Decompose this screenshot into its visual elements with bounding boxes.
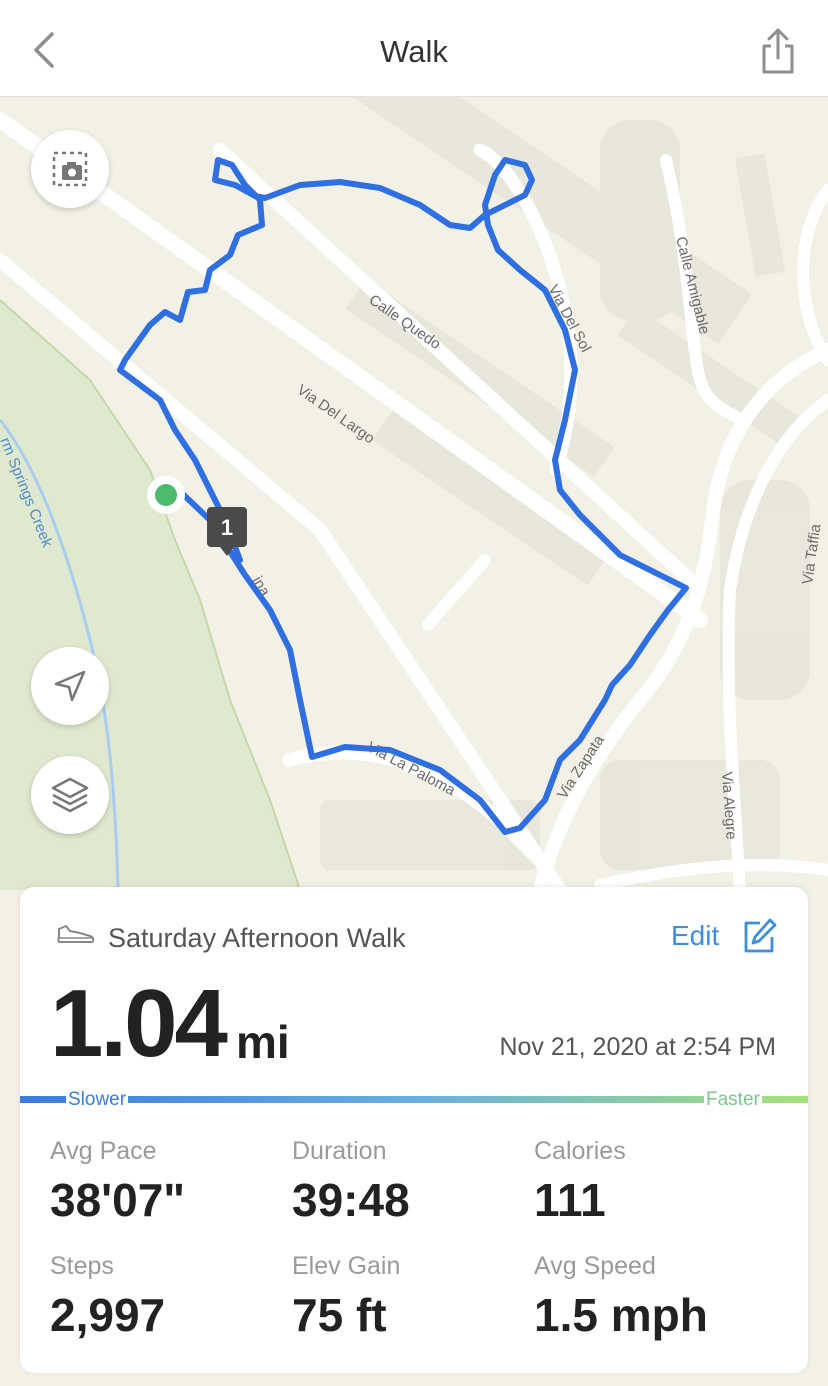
share-button[interactable] [752, 26, 804, 78]
layers-button[interactable] [31, 756, 109, 834]
distance-value: 1.04 [50, 970, 228, 1077]
camera-snapshot-icon [52, 151, 88, 187]
stat-value-avg-pace: 38'07" [50, 1174, 186, 1226]
speed-legend-slower: Slower [66, 1089, 129, 1111]
page-title: Walk [380, 34, 448, 69]
activity-summary-card: Saturday Afternoon Walk Edit 1.04 mi Nov… [20, 887, 808, 1373]
stat-label-steps: Steps [50, 1252, 114, 1280]
stat-value-calories: 111 [534, 1174, 606, 1226]
speed-legend-faster: Faster [704, 1089, 762, 1111]
edit-button[interactable]: Edit [671, 920, 719, 952]
share-icon [762, 28, 794, 74]
edit-icon[interactable] [740, 917, 778, 955]
distance-unit: mi [236, 1016, 290, 1068]
stat-value-avg-speed: 1.5 mph [534, 1289, 708, 1341]
location-arrow-icon [54, 670, 86, 702]
shoe-icon [57, 925, 95, 943]
snapshot-button[interactable] [31, 130, 109, 208]
stat-label-duration: Duration [292, 1137, 387, 1165]
locate-button[interactable] [31, 647, 109, 725]
stat-label-avg-pace: Avg Pace [50, 1137, 157, 1165]
stat-label-elev-gain: Elev Gain [292, 1252, 401, 1280]
svg-text:1: 1 [221, 515, 233, 540]
activity-name: Saturday Afternoon Walk [108, 923, 406, 953]
layers-icon [51, 777, 89, 813]
top-bar: Walk [0, 0, 828, 97]
stat-value-steps: 2,997 [50, 1289, 166, 1341]
activity-date: Nov 21, 2020 at 2:54 PM [499, 1033, 776, 1061]
stat-label-calories: Calories [534, 1137, 626, 1165]
stat-value-elev-gain: 75 ft [292, 1289, 387, 1341]
stat-label-avg-speed: Avg Speed [534, 1252, 656, 1280]
stat-value-duration: 39:48 [292, 1174, 410, 1226]
